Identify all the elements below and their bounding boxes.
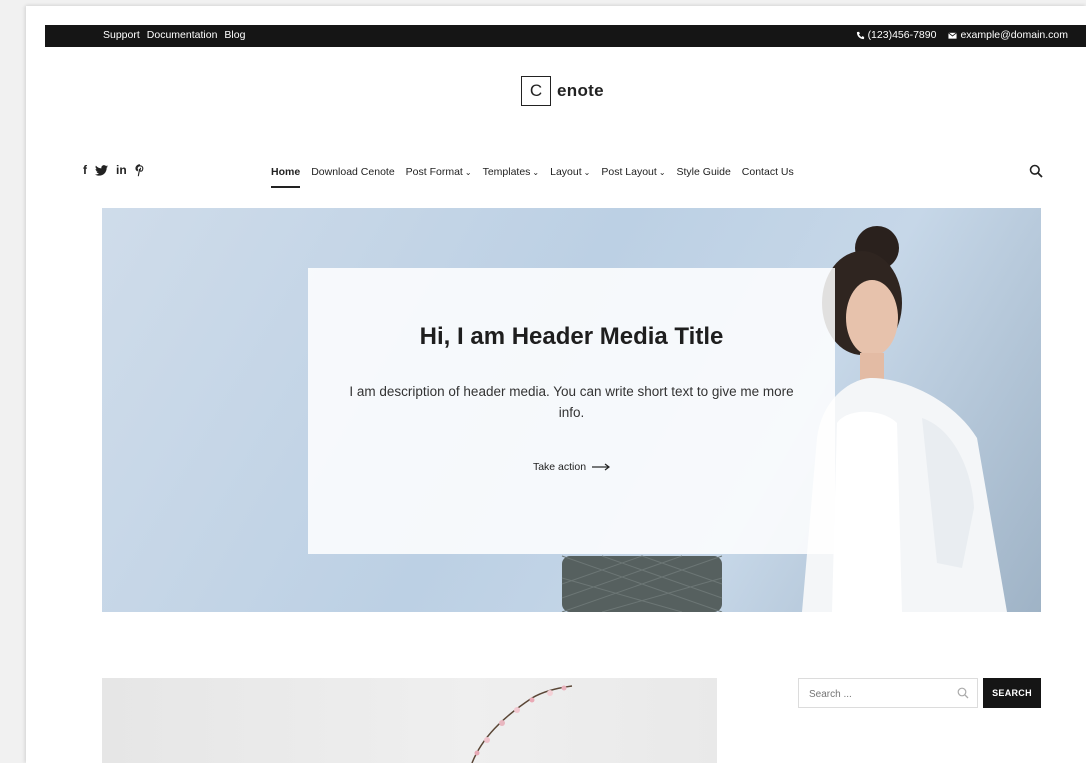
phone-number: (123)456-7890 — [867, 29, 937, 41]
email-contact[interactable]: example@domain.com — [948, 29, 1068, 41]
take-action-link[interactable]: Take action — [532, 461, 611, 473]
search-icon — [957, 687, 969, 699]
twitter-icon[interactable] — [95, 164, 108, 176]
top-bar: Support Documentation Blog (123)456-7890… — [45, 25, 1086, 47]
blossom-branch-image — [471, 685, 573, 763]
search-input[interactable] — [807, 680, 951, 708]
hero-title: Hi, I am Header Media Title — [419, 323, 724, 350]
nav-item-post-format[interactable]: Post Format ⌄ — [406, 166, 472, 178]
email-address: example@domain.com — [960, 29, 1068, 41]
post-thumbnail[interactable] — [102, 678, 717, 763]
chevron-down-icon: ⌄ — [464, 168, 472, 177]
envelope-icon — [948, 31, 958, 39]
header-media: Hi, I am Header Media Title I am descrip… — [102, 208, 1041, 612]
nav-item-home[interactable]: Home — [271, 166, 301, 188]
facebook-icon[interactable]: f — [83, 163, 87, 177]
site-logo[interactable]: C enote — [521, 76, 604, 106]
nav-item-layout[interactable]: Layout ⌄ — [550, 166, 590, 178]
nav-item-download-cenote[interactable]: Download Cenote — [311, 166, 394, 178]
chevron-down-icon: ⌄ — [583, 168, 591, 177]
search-button[interactable]: SEARCH — [983, 678, 1041, 708]
nav-item-style-guide[interactable]: Style Guide — [677, 166, 731, 178]
search-icon[interactable] — [1029, 164, 1043, 178]
take-action-label: Take action — [532, 461, 587, 473]
sidebar-search — [798, 678, 978, 708]
chevron-down-icon: ⌄ — [658, 168, 666, 177]
hero-description: I am description of header media. You ca… — [349, 384, 794, 420]
top-link-support[interactable]: Support — [103, 29, 140, 41]
phone-icon — [856, 31, 864, 39]
pinterest-icon[interactable] — [135, 163, 145, 177]
linkedin-icon[interactable]: in — [116, 163, 127, 177]
logo-mark: C — [521, 76, 551, 106]
top-link-blog[interactable]: Blog — [224, 29, 245, 41]
arrow-right-icon — [592, 463, 611, 471]
top-bar-contact: (123)456-7890 example@domain.com — [856, 29, 1068, 41]
top-link-documentation[interactable]: Documentation — [147, 29, 218, 41]
top-bar-links: Support Documentation Blog — [103, 29, 245, 41]
nav-item-templates[interactable]: Templates ⌄ — [483, 166, 540, 178]
logo-text: enote — [557, 81, 604, 100]
chevron-down-icon: ⌄ — [532, 168, 540, 177]
header-media-card: Hi, I am Header Media Title I am descrip… — [308, 268, 835, 554]
phone-contact[interactable]: (123)456-7890 — [856, 29, 937, 41]
browser-page: Support Documentation Blog (123)456-7890… — [26, 6, 1086, 763]
nav-item-post-layout[interactable]: Post Layout ⌄ — [601, 166, 665, 178]
main-navigation: Home Download Cenote Post Format ⌄ Templa… — [271, 166, 794, 188]
social-links: f in — [83, 163, 145, 177]
nav-item-contact-us[interactable]: Contact Us — [742, 166, 794, 178]
